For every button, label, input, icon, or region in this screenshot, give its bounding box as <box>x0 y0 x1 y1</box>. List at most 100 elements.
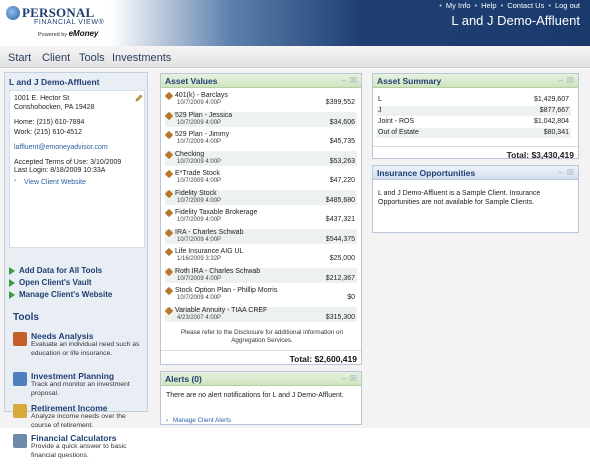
logo-powered-prefix: Powered by <box>38 32 68 38</box>
my-info-link[interactable]: My Info <box>446 1 471 10</box>
home-phone: Home: (215) 610-7894 <box>14 119 85 126</box>
asset-date: 10/7/2009 4:00P <box>177 217 222 223</box>
summary-row: J $877,667 <box>377 106 571 116</box>
green-arrow-icon <box>9 267 15 275</box>
financial-calculators-icon <box>13 434 27 448</box>
asset-name: Roth IRA - Charles Schwab <box>175 267 261 275</box>
nav-client[interactable]: Client <box>42 52 70 64</box>
asset-name: Variable Annuity - TIAA CREF <box>175 306 268 314</box>
minimize-icon[interactable]: – <box>341 76 345 85</box>
asset-date: 10/7/2009 4:00P <box>177 275 222 282</box>
asset-date: 10/7/2009 4:00P <box>177 295 222 301</box>
last-login: Last Login: 8/18/2009 10:33A <box>14 167 106 174</box>
help-link[interactable]: Help <box>481 1 496 10</box>
asset-tag-icon <box>164 169 174 179</box>
asset-tag-icon <box>164 286 174 296</box>
alerts-panel: Alerts (0) – ☒ There are no alert notifi… <box>160 371 362 425</box>
close-icon[interactable]: ☒ <box>350 374 357 383</box>
asset-row[interactable]: Roth IRA - Charles Schwab 10/7/2009 4:00P… <box>164 267 357 283</box>
asset-name: E*Trade Stock <box>175 170 220 177</box>
summary-row: L $1,429,607 <box>378 96 569 103</box>
asset-tag-icon <box>164 130 174 140</box>
summary-row: Out of Estate $80,341 <box>377 128 571 138</box>
asset-row[interactable]: Checking 10/7/2009 4:00P $53,263 <box>164 150 357 166</box>
minimize-icon[interactable]: – <box>558 168 562 177</box>
asset-row[interactable]: 401(k) - Barclays 10/7/2009 4:00P $399,552 <box>164 91 357 107</box>
asset-row[interactable]: IRA - Charles Schwab 10/7/2009 4:00P $544,… <box>164 228 357 244</box>
insurance-title: Insurance Opportunities <box>377 168 476 178</box>
email-link[interactable]: laffluent@emoneyadvisor.com <box>14 144 108 151</box>
log-out-link[interactable]: Log out <box>555 1 580 10</box>
accepted-terms: Accepted Terms of Use: 3/10/2009 <box>14 159 122 166</box>
client-title: L and J Demo-Affluent <box>451 13 580 28</box>
disclosure-text: Please refer to the Disclosure for addit… <box>180 329 344 344</box>
nav-investments[interactable]: Investments <box>112 52 171 64</box>
asset-value: $47,220 <box>329 177 355 184</box>
asset-value: $212,367 <box>325 274 355 282</box>
chevron-right-icon: › <box>166 417 169 424</box>
asset-date: 10/7/2009 4:00P <box>177 139 222 145</box>
asset-tag-icon <box>164 306 174 315</box>
asset-row[interactable]: Fidelity Taxable Brokerage 10/7/2009 4:00… <box>164 208 357 224</box>
logo-powered-by: Powered by eMoney <box>38 29 98 38</box>
asset-value: $544,375 <box>325 235 355 243</box>
insurance-header: Insurance Opportunities – ☒ <box>373 166 578 180</box>
asset-row[interactable]: 529 Plan - Jimmy 10/7/2009 4:00P $45,735 <box>164 130 357 146</box>
asset-values-header: Asset Values – ☒ <box>161 74 361 88</box>
asset-row[interactable]: Variable Annuity - TIAA CREF 4/23/2007 4:… <box>164 306 357 322</box>
contact-us-link[interactable]: Contact Us <box>507 1 544 10</box>
asset-date: 4/23/2007 4:00P <box>177 314 222 321</box>
investment-planning-icon <box>13 372 27 386</box>
asset-tag-icon <box>164 111 174 120</box>
asset-tag-icon <box>164 150 174 159</box>
utility-links: • My Info • Help • Contact Us • Log out <box>439 1 580 10</box>
asset-row[interactable]: 529 Plan - Jessica 10/7/2009 4:00P $34,606 <box>164 111 357 127</box>
asset-tag-icon <box>164 228 174 237</box>
asset-tag-icon <box>164 208 174 218</box>
asset-date: 10/7/2009 4:00P <box>177 100 222 106</box>
logo-brand: eMoney <box>68 29 99 38</box>
summary-row: Joint - ROS $1,042,804 <box>378 118 569 125</box>
client-name-heading: L and J Demo-Affluent <box>9 77 100 87</box>
asset-row[interactable]: Stock Option Plan - Phillip Morris 10/7/2… <box>164 286 357 302</box>
address-line1: 1001 E. Hector St <box>14 95 70 102</box>
logo-line2: FINANCIAL VIEW® <box>34 19 105 26</box>
close-icon[interactable]: ☒ <box>567 76 574 85</box>
view-client-website-link[interactable]: View Client Website <box>24 179 86 186</box>
address-line2: Conshohocken, PA 19428 <box>14 104 95 111</box>
asset-name: 401(k) - Barclays <box>175 92 228 99</box>
asset-date: 10/7/2009 4:00P <box>177 119 222 126</box>
asset-date: 10/7/2009 4:00P <box>177 197 222 204</box>
nav-start[interactable]: Start <box>8 52 31 64</box>
close-icon[interactable]: ☒ <box>567 168 574 177</box>
alerts-title: Alerts (0) <box>165 374 202 384</box>
asset-row[interactable]: E*Trade Stock 10/7/2009 4:00P $47,220 <box>164 169 357 185</box>
manage-client-alerts-link[interactable]: Manage Client Alerts <box>173 417 231 424</box>
asset-row[interactable]: Life Insurance AIG UL 1/16/2009 3:32P $25,… <box>164 247 357 263</box>
asset-summary-header: Asset Summary – ☒ <box>373 74 578 88</box>
asset-name: Stock Option Plan - Phillip Morris <box>175 287 278 294</box>
tools-section: Tools Needs Analysis Evaluate an individ… <box>13 312 140 459</box>
retirement-income-icon <box>13 404 27 418</box>
personal-financial-view-logo[interactable]: PERSONAL FINANCIAL VIEW® Powered by eMon… <box>4 4 116 40</box>
total-divider <box>161 350 361 351</box>
asset-date: 1/16/2009 3:32P <box>177 256 222 262</box>
asset-name: 529 Plan - Jimmy <box>175 131 230 138</box>
asset-name: Life Insurance AIG UL <box>175 248 244 255</box>
asset-summary-total: Total: $3,430,419 <box>506 150 574 160</box>
work-phone: Work: (215) 610-4512 <box>14 129 82 136</box>
close-icon[interactable]: ☒ <box>350 76 357 85</box>
asset-value: $53,263 <box>329 157 355 165</box>
edit-pencil-icon[interactable] <box>135 94 143 102</box>
header-bar: PERSONAL FINANCIAL VIEW® Powered by eMon… <box>0 0 590 46</box>
minimize-icon[interactable]: – <box>341 374 345 383</box>
minimize-icon[interactable]: – <box>558 76 562 85</box>
asset-row[interactable]: Fidelity Stock 10/7/2009 4:00P $485,680 <box>164 189 357 205</box>
alerts-message: There are no alert notifications for L a… <box>166 392 344 399</box>
asset-values-title: Asset Values <box>165 76 218 86</box>
nav-tools[interactable]: Tools <box>79 52 105 64</box>
asset-summary-panel: Asset Summary – ☒ L $1,429,607 J $877,66… <box>372 73 579 160</box>
asset-name: Checking <box>175 150 205 158</box>
asset-date: 10/7/2009 4:00P <box>177 236 222 243</box>
asset-tag-icon <box>164 267 174 276</box>
